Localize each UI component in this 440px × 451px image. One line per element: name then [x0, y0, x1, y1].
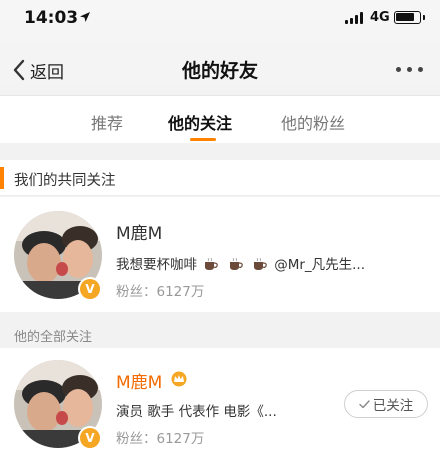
user-name[interactable]: M鹿M	[116, 219, 162, 244]
fans-label: 粉丝：	[116, 431, 157, 447]
header: 14:03 4G 返回 他的好友	[0, 0, 440, 95]
verified-badge-icon: V	[78, 426, 102, 450]
coffee-icon	[253, 257, 267, 270]
section-accent-bar	[0, 167, 4, 189]
tab-fans[interactable]: 他的粉丝	[281, 110, 345, 134]
fans-label: 粉丝：	[116, 284, 157, 300]
fans-count: 粉丝：6127万	[116, 427, 204, 447]
fans-value: 6127万	[156, 431, 205, 447]
crown-icon	[171, 371, 187, 387]
description-mention[interactable]: @Mr_凡先生...	[274, 257, 365, 273]
verified-badge-icon: V	[78, 277, 102, 301]
tab-indicator	[190, 138, 216, 141]
status-bar: 14:03 4G	[0, 0, 440, 40]
signal-icon	[345, 12, 365, 24]
coffee-icon	[229, 257, 243, 270]
more-icon[interactable]	[394, 66, 426, 74]
network-label: 4G	[370, 10, 390, 25]
user-description: 演员 歌手 代表作 电影《...	[116, 404, 277, 420]
all-follow-section-header: 他的全部关注	[0, 318, 440, 348]
following-label: 已关注	[372, 398, 414, 414]
tab-recommend[interactable]: 推荐	[91, 110, 123, 134]
following-button[interactable]: 已关注	[344, 390, 428, 418]
tab-following[interactable]: 他的关注	[168, 110, 232, 134]
common-follow-section-header: 我们的共同关注	[0, 160, 440, 196]
tab-bar: 推荐 他的关注 他的粉丝	[0, 95, 440, 143]
section-title: 他的全部关注	[14, 330, 93, 345]
section-title: 我们的共同关注	[14, 173, 116, 189]
location-arrow-icon	[80, 12, 90, 22]
user-row[interactable]: V M鹿M 我想要杯咖啡 @Mr_凡先生... 粉丝：6127万	[0, 197, 440, 312]
user-name[interactable]: M鹿M	[116, 368, 162, 393]
fans-value: 6127万	[156, 284, 205, 300]
coffee-icon	[205, 257, 219, 270]
fans-count: 粉丝：6127万	[116, 280, 204, 300]
page-title: 他的好友	[181, 60, 258, 82]
check-icon	[359, 399, 370, 408]
user-description: 我想要杯咖啡 @Mr_凡先生...	[116, 253, 432, 273]
description-text: 我想要杯咖啡	[116, 257, 197, 273]
battery-icon	[394, 11, 425, 24]
status-time: 14:03	[24, 8, 79, 28]
